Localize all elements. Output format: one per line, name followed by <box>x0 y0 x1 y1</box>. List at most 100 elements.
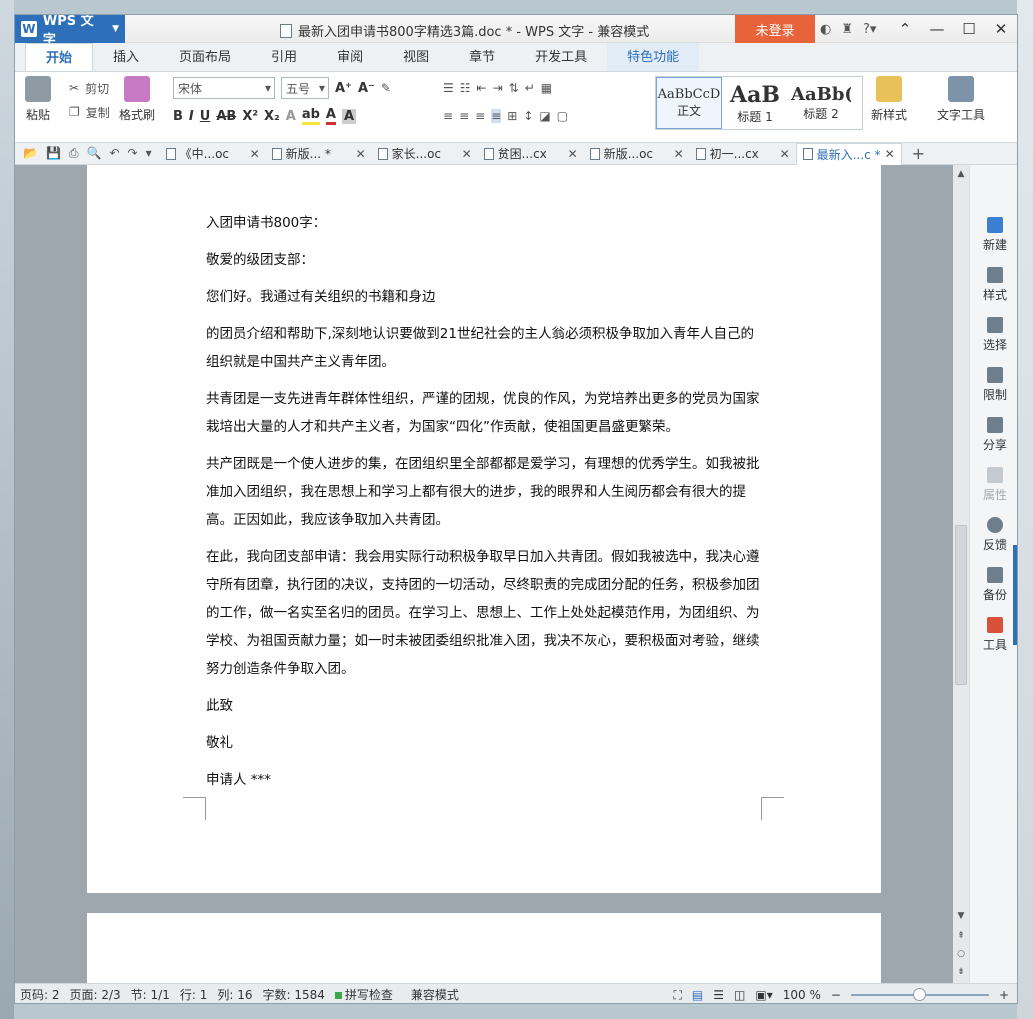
line-spacing-icon[interactable]: ↕ <box>523 109 533 123</box>
strikethrough-button[interactable]: AB <box>216 109 236 124</box>
zoom-level[interactable]: 100 % <box>783 988 821 1002</box>
font-name-select[interactable]: 宋体 ▾ <box>173 77 275 99</box>
style-heading-2[interactable]: AaBb( 标题 2 <box>788 77 854 129</box>
document-body[interactable]: 入团申请书800字： 敬爱的级团支部： 您们好。我通过有关组织的书籍和身边 的团… <box>206 209 766 803</box>
font-size-select[interactable]: 五号 ▾ <box>281 77 329 99</box>
status-col[interactable]: 列: 16 <box>212 986 257 1003</box>
task-new[interactable]: 新建 <box>970 217 1017 253</box>
tab-page-layout[interactable]: 页面布局 <box>159 43 251 71</box>
shrink-font-icon[interactable]: A⁻ <box>358 81 375 96</box>
underline-button[interactable]: U <box>200 109 211 124</box>
zoom-in-icon[interactable]: + <box>999 988 1009 1002</box>
task-feedback[interactable]: 反馈 <box>970 517 1017 553</box>
doc-tab[interactable]: 新版... * ✕ <box>266 143 372 165</box>
bold-button[interactable]: B <box>173 109 183 124</box>
tab-chapter[interactable]: 章节 <box>449 43 515 71</box>
close-icon[interactable]: ✕ <box>462 147 472 161</box>
close-icon[interactable]: ✕ <box>568 147 578 161</box>
doc-tab[interactable]: 新版...oc ✕ <box>584 143 690 165</box>
task-select[interactable]: 选择 <box>970 317 1017 353</box>
redo-icon[interactable]: ↷ <box>128 146 138 161</box>
align-center-icon[interactable]: ≡ <box>459 109 469 123</box>
tab-view[interactable]: 视图 <box>383 43 449 71</box>
task-backup[interactable]: 备份 <box>970 567 1017 603</box>
status-word-count[interactable]: 字数: 1584 <box>257 986 329 1003</box>
shirt-icon[interactable]: ♜ <box>841 22 853 37</box>
distributed-icon[interactable]: ⊞ <box>507 109 517 123</box>
close-icon[interactable]: ✕ <box>780 147 790 161</box>
format-painter-button[interactable]: 格式刷 <box>119 76 155 123</box>
style-heading-1[interactable]: AaB 标题 1 <box>722 77 788 129</box>
tab-special-features[interactable]: 特色功能 <box>607 43 700 71</box>
cut-button[interactable]: ✂ 剪切 <box>69 76 110 100</box>
tab-developer[interactable]: 开发工具 <box>515 43 607 71</box>
shading-icon[interactable]: ◪ <box>539 109 550 123</box>
login-button[interactable]: 未登录 <box>735 15 815 43</box>
document-page-next[interactable] <box>87 913 881 983</box>
highlight-icon[interactable]: ab <box>301 107 320 125</box>
outline-view-icon[interactable]: ☰ <box>713 988 724 1002</box>
doc-tab-active[interactable]: 最新入...c * ✕ <box>795 142 902 165</box>
save-icon[interactable]: 💾 <box>46 146 61 161</box>
align-right-icon[interactable]: ≡ <box>475 109 485 123</box>
task-share[interactable]: 分享 <box>970 417 1017 453</box>
char-shading-icon[interactable]: A <box>341 108 357 124</box>
subscript-button[interactable]: X₂ <box>264 109 280 124</box>
doc-tab[interactable]: 家长...oc ✕ <box>372 143 478 165</box>
new-style-button[interactable]: 新样式 <box>871 76 907 123</box>
scroll-up-icon[interactable]: ▲ <box>953 169 969 179</box>
close-icon[interactable]: ✕ <box>674 147 684 161</box>
decrease-indent-icon[interactable]: ⇤ <box>477 81 487 95</box>
superscript-button[interactable]: X² <box>242 109 258 124</box>
skin-icon[interactable]: ◐ <box>820 22 831 37</box>
status-section[interactable]: 节: 1/1 <box>126 986 175 1003</box>
print-icon[interactable]: ⎙ <box>69 146 79 161</box>
fullscreen-view-icon[interactable]: ⛶ <box>674 988 682 1003</box>
justify-icon[interactable]: ≡ <box>491 109 502 123</box>
preview-icon[interactable]: 🔍 <box>87 146 102 161</box>
maximize-button[interactable]: ☐ <box>953 15 985 43</box>
close-icon[interactable]: ✕ <box>885 147 895 161</box>
task-restrict[interactable]: 限制 <box>970 367 1017 403</box>
increase-indent-icon[interactable]: ⇥ <box>493 81 503 95</box>
clear-format-icon[interactable]: ✎ <box>381 81 391 95</box>
zoom-slider-knob[interactable] <box>912 988 926 1001</box>
doc-tab[interactable]: 贫困...cx ✕ <box>478 143 584 165</box>
vertical-scrollbar[interactable]: ▲ ▼ ⇞ ○ ⇟ <box>953 165 969 983</box>
task-tools[interactable]: 工具 <box>970 617 1017 653</box>
status-row[interactable]: 行: 1 <box>175 986 213 1003</box>
tab-references[interactable]: 引用 <box>251 43 317 71</box>
align-left-icon[interactable]: ≡ <box>443 109 453 123</box>
tab-home[interactable]: 开始 <box>25 43 94 71</box>
doc-tab[interactable]: 《中...oc ✕ <box>160 143 266 165</box>
status-pages[interactable]: 页面: 2/3 <box>65 986 126 1003</box>
bullet-list-icon[interactable]: ☰ <box>443 81 454 95</box>
chevron-down-icon[interactable]: ▾ <box>146 146 152 161</box>
zoom-slider[interactable] <box>850 988 989 1001</box>
undo-icon[interactable]: ↶ <box>109 146 119 161</box>
grow-font-icon[interactable]: A⁺ <box>335 81 352 96</box>
spell-check-toggle[interactable]: 拼写检查 <box>330 986 398 1003</box>
task-pane-handle[interactable] <box>1013 545 1017 645</box>
new-tab-icon[interactable]: + <box>902 144 935 163</box>
app-menu-button[interactable]: W WPS 文字 ▼ <box>15 15 125 48</box>
task-style[interactable]: 样式 <box>970 267 1017 303</box>
prev-page-icon[interactable]: ⇞ <box>953 931 969 941</box>
tab-insert[interactable]: 插入 <box>93 43 159 71</box>
close-button[interactable]: ✕ <box>985 15 1017 43</box>
scroll-thumb[interactable] <box>955 525 967 685</box>
zoom-out-icon[interactable]: − <box>831 988 841 1002</box>
status-page-code[interactable]: 页码: 2 <box>15 986 65 1003</box>
web-view-icon[interactable]: ◫ <box>734 988 745 1002</box>
paste-button[interactable]: 粘贴 <box>25 76 51 123</box>
show-marks-icon[interactable]: ↵ <box>525 81 535 95</box>
table-icon[interactable]: ▦ <box>541 81 552 95</box>
open-icon[interactable]: 📂 <box>23 146 38 161</box>
copy-button[interactable]: ❐ 复制 <box>69 100 110 124</box>
text-tools-button[interactable]: 文字工具 <box>937 76 985 123</box>
font-color-icon[interactable]: A <box>325 107 336 125</box>
italic-button[interactable]: I <box>189 109 194 124</box>
sort-icon[interactable]: ⇅ <box>509 81 519 95</box>
numbered-list-icon[interactable]: ☷ <box>460 81 471 95</box>
doc-tab[interactable]: 初一...cx ✕ <box>690 143 796 165</box>
